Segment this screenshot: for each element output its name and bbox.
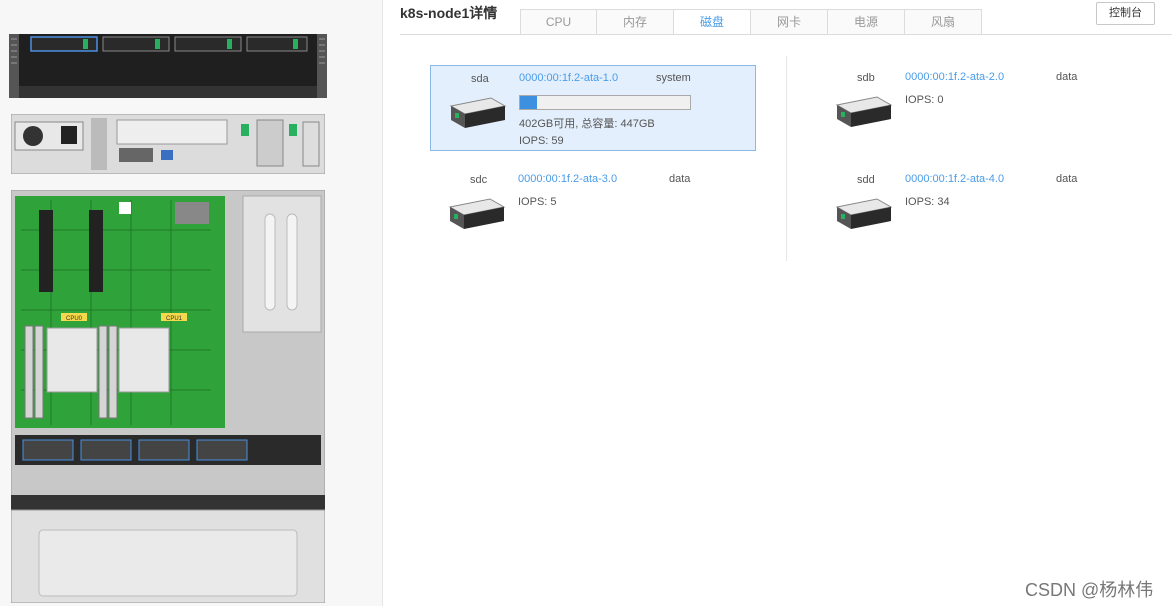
disk-role: data: [1056, 71, 1078, 83]
disk-name: sdc: [470, 174, 488, 186]
watermark: CSDN @杨林伟: [1025, 580, 1154, 600]
tab-disk[interactable]: 磁盘: [674, 9, 751, 35]
console-button[interactable]: 控制台: [1096, 2, 1155, 25]
disk-iops: IOPS: 59: [519, 135, 564, 147]
disk-role: data: [669, 173, 691, 185]
disk-card-sdd[interactable]: sdd 0000:00:1f.2-ata-4.0 data IOPS: 34: [817, 167, 1143, 253]
disk-address-link[interactable]: 0000:00:1f.2-ata-1.0: [519, 72, 618, 84]
hard-drive-icon: [835, 96, 893, 127]
hard-drive-icon: [448, 198, 506, 229]
disk-usage-fill: [520, 96, 537, 109]
tab-fan[interactable]: 风扇: [905, 9, 982, 35]
tab-bar: CPU 内存 磁盘 网卡 电源 风扇: [520, 9, 982, 35]
disk-name: sda: [471, 73, 489, 85]
disk-name: sdd: [857, 174, 875, 186]
tab-memory[interactable]: 内存: [597, 9, 674, 35]
page-title: k8s-node1详情: [400, 5, 498, 21]
disk-address-link[interactable]: 0000:00:1f.2-ata-4.0: [905, 173, 1004, 185]
cpu0-label: CPU0: [66, 316, 83, 322]
tab-underline: [400, 34, 1172, 35]
disk-role: system: [656, 72, 691, 84]
disk-iops: IOPS: 5: [518, 196, 557, 208]
disk-iops: IOPS: 34: [905, 196, 950, 208]
disk-name: sdb: [857, 72, 875, 84]
tab-network[interactable]: 网卡: [751, 9, 828, 35]
disk-role: data: [1056, 173, 1078, 185]
tab-cpu[interactable]: CPU: [520, 9, 597, 35]
disk-capacity: 402GB可用, 总容量: 447GB: [519, 118, 655, 130]
server-front-view: [9, 34, 327, 98]
server-rear-view: [11, 114, 325, 174]
disk-card-sda[interactable]: sda 0000:00:1f.2-ata-1.0 system 402GB可用,…: [430, 65, 756, 151]
server-top-view: CPU0 CPU1: [11, 190, 325, 603]
cpu1-label: CPU1: [166, 316, 183, 322]
disk-card-sdb[interactable]: sdb 0000:00:1f.2-ata-2.0 data IOPS: 0: [817, 65, 1143, 151]
tab-power[interactable]: 电源: [828, 9, 905, 35]
server-illustration-panel: CPU0 CPU1: [0, 0, 383, 606]
disk-iops: IOPS: 0: [905, 94, 944, 106]
disk-usage-bar: [519, 95, 691, 110]
disk-card-sdc[interactable]: sdc 0000:00:1f.2-ata-3.0 data IOPS: 5: [430, 167, 756, 253]
hard-drive-icon: [835, 198, 893, 229]
node-detail-panel: k8s-node1详情 CPU 内存 磁盘 网卡 电源 风扇 控制台 sda 0…: [384, 0, 1172, 606]
column-divider: [786, 56, 787, 261]
disk-address-link[interactable]: 0000:00:1f.2-ata-2.0: [905, 71, 1004, 83]
disk-address-link[interactable]: 0000:00:1f.2-ata-3.0: [518, 173, 617, 185]
hard-drive-icon: [449, 97, 507, 128]
